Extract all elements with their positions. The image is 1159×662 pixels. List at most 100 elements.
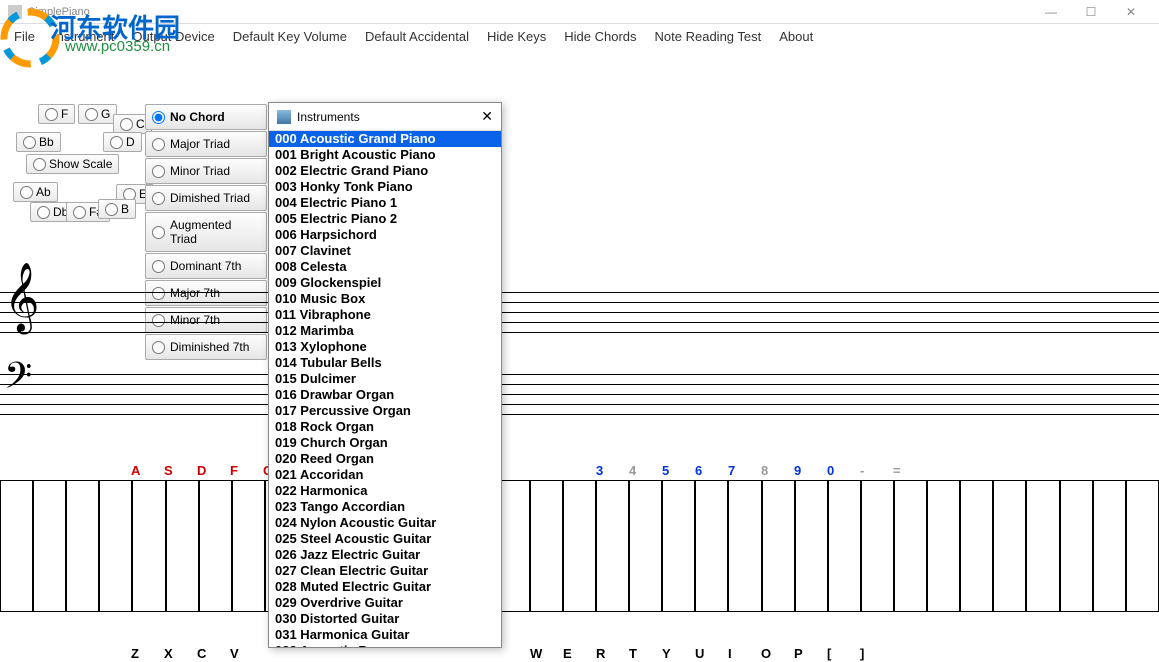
scale-radio[interactable] (110, 136, 123, 149)
menu-output-device[interactable]: Output Device (124, 27, 222, 46)
instrument-item[interactable]: 013 Xylophone (269, 339, 501, 355)
chord-major-triad[interactable]: Major Triad (145, 131, 267, 157)
instrument-item[interactable]: 022 Harmonica (269, 483, 501, 499)
white-key[interactable] (695, 480, 728, 612)
instrument-item[interactable]: 005 Electric Piano 2 (269, 211, 501, 227)
chord-radio[interactable] (152, 226, 165, 239)
instrument-item[interactable]: 001 Bright Acoustic Piano (269, 147, 501, 163)
chord-radio[interactable] (152, 260, 165, 273)
white-key[interactable] (861, 480, 894, 612)
white-key[interactable] (66, 480, 99, 612)
instrument-item[interactable]: 008 Celesta (269, 259, 501, 275)
scale-d[interactable]: D (103, 132, 142, 152)
menu-about[interactable]: About (771, 27, 821, 46)
chord-minor-triad[interactable]: Minor Triad (145, 158, 267, 184)
scale-g[interactable]: G (78, 104, 117, 124)
chord-radio[interactable] (152, 138, 165, 151)
white-key[interactable] (629, 480, 662, 612)
instrument-item[interactable]: 031 Harmonica Guitar (269, 627, 501, 643)
instrument-item[interactable]: 010 Music Box (269, 291, 501, 307)
menu-hide-keys[interactable]: Hide Keys (479, 27, 554, 46)
scale-radio[interactable] (45, 108, 58, 121)
instrument-item[interactable]: 020 Reed Organ (269, 451, 501, 467)
white-key[interactable] (894, 480, 927, 612)
chord-dimished-triad[interactable]: Dimished Triad (145, 185, 267, 211)
white-key[interactable] (828, 480, 861, 612)
instrument-item[interactable]: 016 Drawbar Organ (269, 387, 501, 403)
chord-augmented-triad[interactable]: Augmented Triad (145, 212, 267, 252)
scale-radio[interactable] (120, 118, 133, 131)
instrument-item[interactable]: 027 Clean Electric Guitar (269, 563, 501, 579)
menu-instrument[interactable]: Instrument (45, 27, 122, 46)
menu-note-reading-test[interactable]: Note Reading Test (647, 27, 770, 46)
piano-keyboard[interactable] (0, 480, 1159, 612)
instrument-item[interactable]: 026 Jazz Electric Guitar (269, 547, 501, 563)
scale-radio[interactable] (85, 108, 98, 121)
menu-file[interactable]: File (6, 27, 43, 46)
instrument-item[interactable]: 009 Glockenspiel (269, 275, 501, 291)
scale-radio[interactable] (73, 206, 86, 219)
dialog-close-button[interactable]: ✕ (481, 108, 493, 125)
instrument-item[interactable]: 021 Accoridan (269, 467, 501, 483)
instrument-item[interactable]: 017 Percussive Organ (269, 403, 501, 419)
chord-radio[interactable] (152, 165, 165, 178)
scale-radio[interactable] (20, 186, 33, 199)
scale-f[interactable]: F (38, 104, 75, 124)
instrument-item[interactable]: 028 Muted Electric Guitar (269, 579, 501, 595)
instrument-item[interactable]: 023 Tango Accordian (269, 499, 501, 515)
white-key[interactable] (927, 480, 960, 612)
white-key[interactable] (993, 480, 1026, 612)
white-key[interactable] (1026, 480, 1059, 612)
instrument-item[interactable]: 007 Clavinet (269, 243, 501, 259)
maximize-button[interactable]: ☐ (1071, 0, 1111, 24)
white-key[interactable] (563, 480, 596, 612)
white-key[interactable] (762, 480, 795, 612)
instrument-item[interactable]: 003 Honky Tonk Piano (269, 179, 501, 195)
instrument-item[interactable]: 024 Nylon Acoustic Guitar (269, 515, 501, 531)
white-key[interactable] (1126, 480, 1159, 612)
scale-ab[interactable]: Ab (13, 182, 58, 202)
instruments-list[interactable]: 000 Acoustic Grand Piano001 Bright Acous… (269, 131, 501, 647)
chord-radio[interactable] (152, 192, 165, 205)
instrument-item[interactable]: 030 Distorted Guitar (269, 611, 501, 627)
instrument-item[interactable]: 014 Tubular Bells (269, 355, 501, 371)
white-key[interactable] (728, 480, 761, 612)
white-key[interactable] (99, 480, 132, 612)
menu-default-accidental[interactable]: Default Accidental (357, 27, 477, 46)
scale-b[interactable]: B (98, 199, 136, 219)
white-key[interactable] (0, 480, 33, 612)
chord-no-chord[interactable]: No Chord (145, 104, 267, 130)
white-key[interactable] (33, 480, 66, 612)
white-key[interactable] (530, 480, 563, 612)
menu-default-key-volume[interactable]: Default Key Volume (225, 27, 355, 46)
instrument-item[interactable]: 015 Dulcimer (269, 371, 501, 387)
scale-radio[interactable] (23, 136, 36, 149)
white-key[interactable] (795, 480, 828, 612)
white-key[interactable] (960, 480, 993, 612)
instrument-item[interactable]: 029 Overdrive Guitar (269, 595, 501, 611)
instrument-item[interactable]: 004 Electric Piano 1 (269, 195, 501, 211)
scale-radio[interactable] (105, 203, 118, 216)
chord-radio[interactable] (152, 111, 165, 124)
instrument-item[interactable]: 025 Steel Acoustic Guitar (269, 531, 501, 547)
white-key[interactable] (199, 480, 232, 612)
white-key[interactable] (596, 480, 629, 612)
close-button[interactable]: ✕ (1111, 0, 1151, 24)
minimize-button[interactable]: — (1031, 0, 1071, 24)
white-key[interactable] (132, 480, 165, 612)
instrument-item[interactable]: 019 Church Organ (269, 435, 501, 451)
dialog-titlebar[interactable]: Instruments ✕ (269, 103, 501, 131)
scale-show-scale[interactable]: Show Scale (26, 154, 119, 174)
menu-hide-chords[interactable]: Hide Chords (556, 27, 644, 46)
instrument-item[interactable]: 000 Acoustic Grand Piano (269, 131, 501, 147)
white-key[interactable] (1060, 480, 1093, 612)
white-key[interactable] (166, 480, 199, 612)
instrument-item[interactable]: 012 Marimba (269, 323, 501, 339)
white-key[interactable] (1093, 480, 1126, 612)
instrument-item[interactable]: 002 Electric Grand Piano (269, 163, 501, 179)
instruments-dialog[interactable]: Instruments ✕ 000 Acoustic Grand Piano00… (268, 102, 502, 648)
instrument-item[interactable]: 018 Rock Organ (269, 419, 501, 435)
instrument-item[interactable]: 011 Vibraphone (269, 307, 501, 323)
scale-radio[interactable] (33, 158, 46, 171)
instrument-item[interactable]: 006 Harpsichord (269, 227, 501, 243)
